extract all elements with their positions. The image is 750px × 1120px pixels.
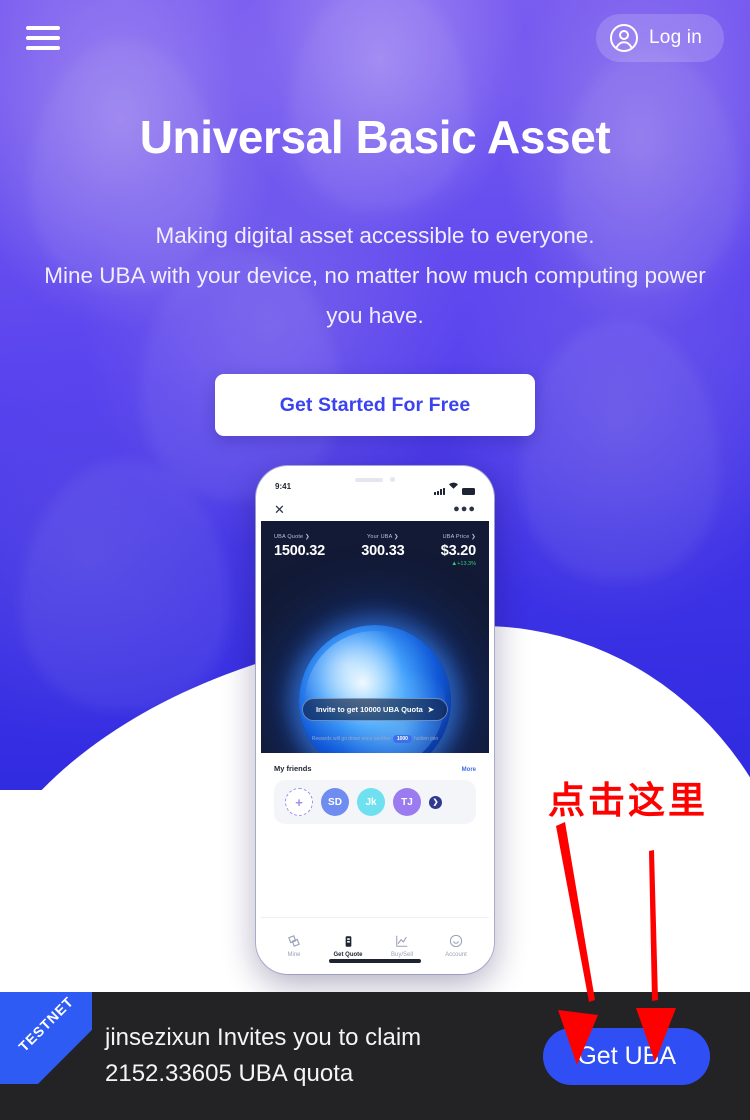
friend-avatar[interactable]: Jk bbox=[357, 788, 385, 816]
stat-uba-quote[interactable]: UBA Quote ❯ 1500.32 bbox=[274, 534, 325, 567]
reward-note-chip: 1000 bbox=[392, 735, 412, 743]
battery-icon bbox=[462, 488, 475, 495]
tab-account[interactable]: Account bbox=[429, 933, 483, 958]
hero-subtitle-line-1: Making digital asset accessible to every… bbox=[155, 223, 595, 248]
user-circle-icon bbox=[609, 23, 639, 53]
status-time: 9:41 bbox=[275, 481, 292, 491]
smiley-face-icon bbox=[429, 933, 483, 949]
testnet-ribbon: TESTNET bbox=[0, 992, 92, 1084]
app-top-bar: ✕ ●●● bbox=[261, 497, 489, 521]
hero-subtitle: Making digital asset accessible to every… bbox=[0, 216, 750, 336]
hero-subtitle-line-3: you have. bbox=[326, 303, 424, 329]
tab-label: Mine bbox=[287, 952, 301, 958]
friends-next-button[interactable]: ❯ bbox=[429, 795, 442, 809]
background-blob bbox=[20, 460, 230, 710]
stat-label: UBA Quote ❯ bbox=[274, 534, 310, 540]
stat-uba-price[interactable]: UBA Price ❯ $3.20 ▲+13.3% bbox=[441, 534, 476, 567]
bottom-invite-bar: TESTNET jinsezixun Invites you to claim … bbox=[0, 992, 750, 1120]
get-uba-button[interactable]: Get UBA bbox=[543, 1027, 710, 1085]
diamond-icon bbox=[267, 933, 321, 949]
phone-mine-icon bbox=[321, 933, 375, 949]
stat-label: UBA Price ❯ bbox=[442, 534, 476, 540]
page-title: Universal Basic Asset bbox=[139, 111, 611, 163]
add-friend-button[interactable]: + bbox=[285, 788, 313, 816]
annotation-text: 点击这里 bbox=[548, 780, 708, 821]
friends-more-link[interactable]: More bbox=[462, 767, 476, 773]
chart-line-icon bbox=[375, 933, 429, 949]
invite-pill-label: Invite to get 10000 UBA Quota bbox=[315, 705, 423, 714]
tab-label: Get Quote bbox=[333, 952, 363, 958]
friends-section: My friends More + SD Jk TJ ❯ bbox=[261, 753, 489, 824]
friends-avatar-row: + SD Jk TJ ❯ bbox=[274, 780, 476, 824]
invite-message-line-2: 2152.33605 UBA quota bbox=[105, 1060, 354, 1087]
friends-title: My friends bbox=[274, 764, 312, 773]
phone-status-bar: 9:41 bbox=[261, 471, 489, 497]
tab-label: Buy/Sell bbox=[390, 952, 413, 958]
stat-value: 300.33 bbox=[361, 543, 405, 559]
home-indicator bbox=[329, 959, 421, 963]
tab-label: Account bbox=[445, 952, 467, 958]
reward-note-before: Rewards will go down once another bbox=[311, 736, 391, 742]
login-button[interactable]: Log in bbox=[596, 14, 724, 62]
tab-mine[interactable]: Mine bbox=[267, 933, 321, 958]
page-header: Log in bbox=[0, 0, 750, 76]
stat-delta: ▲+13.3% bbox=[441, 561, 476, 567]
tab-buy-sell[interactable]: Buy/Sell bbox=[375, 933, 429, 958]
friend-avatar[interactable]: SD bbox=[321, 788, 349, 816]
stats-row: UBA Quote ❯ 1500.32 Your UBA ❯ 300.33 UB… bbox=[261, 521, 489, 567]
more-horizontal-icon[interactable]: ●●● bbox=[453, 503, 476, 515]
status-icons bbox=[434, 477, 475, 495]
friends-header: My friends More bbox=[274, 764, 476, 773]
reward-note-after: holden join bbox=[413, 736, 439, 742]
friend-avatar[interactable]: TJ bbox=[393, 788, 421, 816]
invite-message: jinsezixun Invites you to claim 2152.336… bbox=[105, 1020, 421, 1092]
stat-label: Your UBA ❯ bbox=[366, 534, 399, 540]
cta-container: Get Started For Free bbox=[0, 374, 750, 437]
wifi-icon bbox=[448, 477, 459, 495]
share-arrow-icon: ➤ bbox=[427, 705, 435, 714]
signal-bars-icon bbox=[434, 487, 445, 495]
invite-message-line-1: jinsezixun Invites you to claim bbox=[105, 1024, 422, 1051]
stat-value: $3.20 bbox=[440, 543, 476, 559]
phone-mockup: 9:41 ✕ ●●● UBA Quote ❯ 1500.32 Your UBA … bbox=[256, 466, 494, 974]
hamburger-menu-icon[interactable] bbox=[26, 23, 62, 53]
login-label: Log in bbox=[649, 27, 702, 48]
tab-get-quote[interactable]: Get Quote bbox=[321, 933, 375, 958]
stat-your-uba[interactable]: Your UBA ❯ 300.33 bbox=[361, 534, 404, 567]
phone-notch bbox=[338, 473, 412, 486]
stat-delta-value: +13.3% bbox=[457, 560, 476, 567]
invite-quota-button[interactable]: Invite to get 10000 UBA Quota ➤ bbox=[301, 698, 449, 721]
phone-screen: 9:41 ✕ ●●● UBA Quote ❯ 1500.32 Your UBA … bbox=[261, 471, 489, 969]
get-started-button[interactable]: Get Started For Free bbox=[215, 374, 535, 437]
close-x-icon[interactable]: ✕ bbox=[274, 503, 285, 516]
hero-subtitle-line-2: Mine UBA with your device, no matter how… bbox=[44, 263, 706, 289]
app-hero-panel: UBA Quote ❯ 1500.32 Your UBA ❯ 300.33 UB… bbox=[261, 521, 489, 753]
stat-value: 1500.32 bbox=[274, 543, 326, 559]
reward-note: Rewards will go down once another 1000 h… bbox=[261, 735, 489, 743]
testnet-ribbon-label: TESTNET bbox=[15, 993, 77, 1055]
